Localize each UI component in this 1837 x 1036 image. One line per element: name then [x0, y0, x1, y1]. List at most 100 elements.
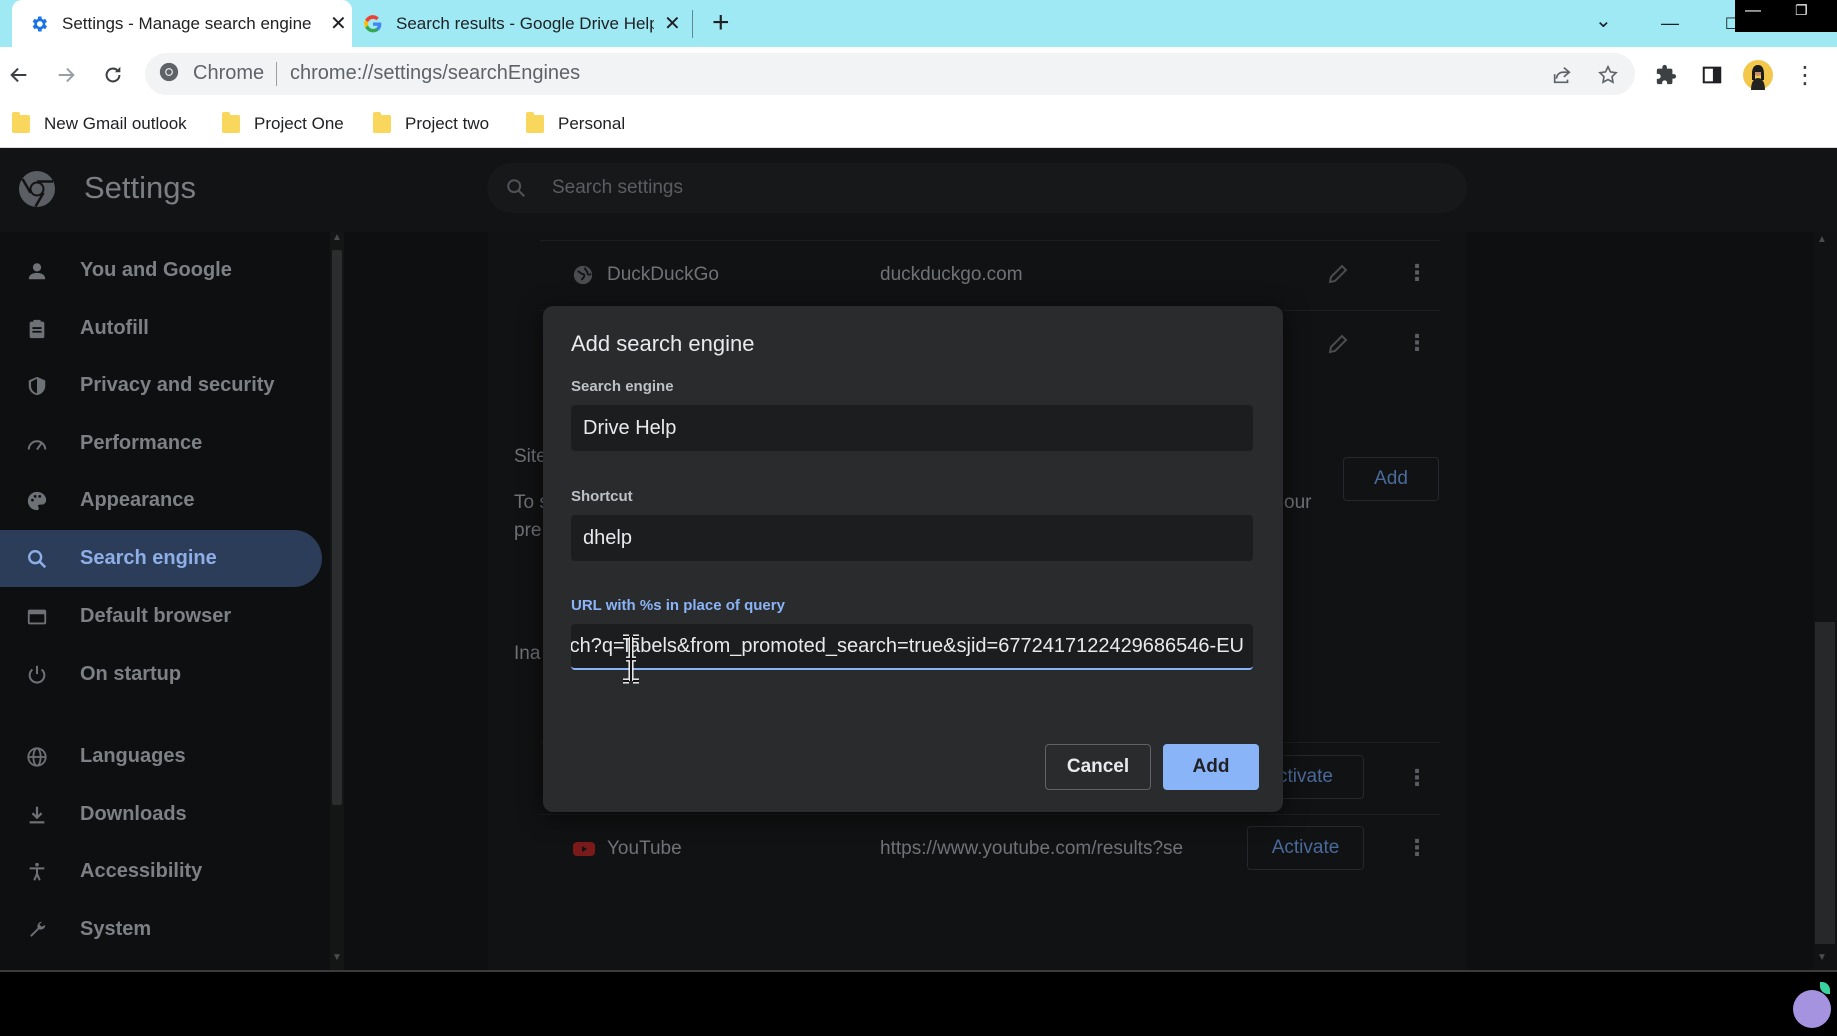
pencil-icon[interactable]: [1326, 262, 1350, 286]
add-site-search-button[interactable]: Add: [1343, 457, 1439, 501]
bookmark-label: Project One: [254, 114, 344, 133]
new-tab-button[interactable]: +: [712, 6, 730, 40]
clipboard-icon: [22, 318, 52, 340]
search-icon: [22, 548, 52, 570]
site-search-description: pre: [514, 520, 542, 541]
tab-settings[interactable]: Settings - Manage search engine ✕: [12, 0, 352, 47]
sidebar-item-label: On startup: [80, 663, 182, 685]
search-engine-label: Search engine: [571, 378, 674, 395]
shortcut-label: Shortcut: [571, 488, 633, 505]
bookmark-page-icon: [12, 112, 30, 133]
palette-icon: [22, 490, 52, 512]
sidebar-item-label: Search engine: [80, 547, 217, 569]
taskbar: [0, 970, 1837, 1036]
app-orb-icon[interactable]: [1793, 990, 1831, 1028]
sidebar-item-you-and-google[interactable]: You and Google: [0, 242, 322, 299]
speedometer-icon: [22, 433, 52, 455]
sidebar-item-label: Privacy and security: [80, 374, 275, 396]
search-engine-input[interactable]: Drive Help: [571, 405, 1253, 451]
back-arrow-icon[interactable]: [2, 58, 36, 92]
tab-search-chevron-icon[interactable]: ⌄: [1595, 8, 1612, 33]
engine-keyword: https://www.youtube.com/results?se: [880, 838, 1184, 859]
close-tab-icon[interactable]: ✕: [330, 11, 347, 36]
sidebar-item-label: Default browser: [80, 605, 232, 627]
scroll-up-arrow-icon[interactable]: ▲: [330, 232, 344, 243]
sidebar-item-downloads[interactable]: Downloads: [0, 786, 322, 843]
omnibox-divider: [276, 62, 277, 86]
scroll-down-arrow-icon[interactable]: ▼: [1817, 952, 1827, 963]
sidebar-item-privacy-and-security[interactable]: Privacy and security: [0, 357, 322, 414]
pencil-icon[interactable]: [1326, 332, 1350, 356]
bookmark-project-two[interactable]: Project two: [373, 109, 489, 139]
cancel-button[interactable]: Cancel: [1045, 744, 1151, 790]
share-icon[interactable]: [1545, 58, 1579, 92]
minimize-icon[interactable]: —: [1745, 2, 1761, 20]
forward-arrow-icon[interactable]: [49, 58, 83, 92]
url-input[interactable]: search?q=labels&from_promoted_search=tru…: [571, 624, 1253, 670]
google-g-icon: [362, 13, 384, 35]
row-divider: [540, 814, 1440, 815]
side-panel-icon[interactable]: [1695, 58, 1729, 92]
scroll-up-arrow-icon[interactable]: ▲: [1817, 234, 1827, 245]
bookmark-label: Project two: [405, 114, 490, 133]
activate-button[interactable]: Activate: [1247, 826, 1364, 870]
minimize-icon[interactable]: —: [1650, 0, 1690, 47]
dialog-title: Add search engine: [571, 331, 755, 356]
kebab-menu-icon[interactable]: ⋮: [1406, 765, 1428, 791]
folder-icon: [526, 112, 544, 133]
chrome-logo-icon[interactable]: [158, 61, 184, 87]
taskbar-divider: [0, 970, 1837, 972]
tab-separator: [692, 10, 693, 38]
bookmark-new-gmail-outlook[interactable]: New Gmail outlook: [12, 109, 187, 139]
sidebar-item-label: Accessibility: [80, 860, 203, 882]
sidebar-item-performance[interactable]: Performance: [0, 415, 322, 472]
add-button[interactable]: Add: [1163, 744, 1259, 790]
close-tab-icon[interactable]: ✕: [664, 11, 681, 36]
url-input-value: search?q=labels&from_promoted_search=tru…: [571, 634, 1244, 657]
page-scrollbar-thumb[interactable]: [1815, 622, 1835, 944]
bookmark-project-one[interactable]: Project One: [222, 109, 344, 139]
sidebar-item-on-startup[interactable]: On startup: [0, 646, 322, 703]
youtube-icon: [572, 837, 596, 861]
sidebar-scrollbar-thumb[interactable]: [332, 250, 342, 805]
kebab-menu-icon[interactable]: ⋮: [1406, 330, 1428, 356]
sidebar-item-appearance[interactable]: Appearance: [0, 472, 322, 529]
sidebar-item-label: System: [80, 918, 152, 940]
globe-icon: [572, 264, 594, 286]
wrench-icon: [22, 919, 52, 941]
bookmark-personal[interactable]: Personal: [526, 109, 625, 139]
engine-keyword: duckduckgo.com: [880, 264, 1023, 285]
kebab-menu-icon[interactable]: ⋮: [1406, 835, 1428, 861]
engine-name: DuckDuckGo: [607, 264, 719, 285]
bookmark-label: New Gmail outlook: [44, 114, 187, 133]
restore-icon[interactable]: ❐: [1795, 2, 1808, 19]
shield-icon: [22, 375, 52, 397]
page-title: Settings: [84, 170, 197, 205]
sidebar-item-system[interactable]: System: [0, 901, 322, 958]
extensions-puzzle-icon[interactable]: [1649, 58, 1683, 92]
search-icon: [505, 177, 527, 199]
text-cursor-icon: [613, 633, 649, 685]
bookmark-star-icon[interactable]: [1591, 58, 1625, 92]
tab-drive-help[interactable]: Search results - Google Drive Help ✕: [362, 0, 692, 47]
kebab-menu-icon[interactable]: ⋮: [1406, 260, 1428, 286]
sidebar-item-languages[interactable]: Languages: [0, 728, 322, 785]
sidebar-item-search-engine[interactable]: Search engine: [0, 530, 322, 587]
gear-icon: [28, 13, 50, 35]
browser-window-icon: [22, 606, 52, 628]
url-text[interactable]: chrome://settings/searchEngines: [290, 62, 580, 85]
sidebar-item-label: You and Google: [80, 259, 232, 281]
sidebar-item-default-browser[interactable]: Default browser: [0, 588, 322, 645]
profile-avatar[interactable]: [1741, 58, 1775, 92]
sidebar-item-accessibility[interactable]: Accessibility: [0, 843, 322, 900]
shortcut-input[interactable]: dhelp: [571, 515, 1253, 561]
person-icon: [22, 260, 52, 282]
sidebar-item-label: Appearance: [80, 489, 195, 511]
tab-title: Search results - Google Drive Help: [396, 13, 654, 33]
reload-icon[interactable]: [96, 58, 130, 92]
sidebar-item-label: Languages: [80, 745, 186, 767]
kebab-menu-icon[interactable]: ⋮: [1788, 58, 1822, 92]
scroll-down-arrow-icon[interactable]: ▼: [330, 952, 344, 963]
site-search-description: our: [1284, 492, 1312, 513]
sidebar-item-autofill[interactable]: Autofill: [0, 300, 322, 357]
